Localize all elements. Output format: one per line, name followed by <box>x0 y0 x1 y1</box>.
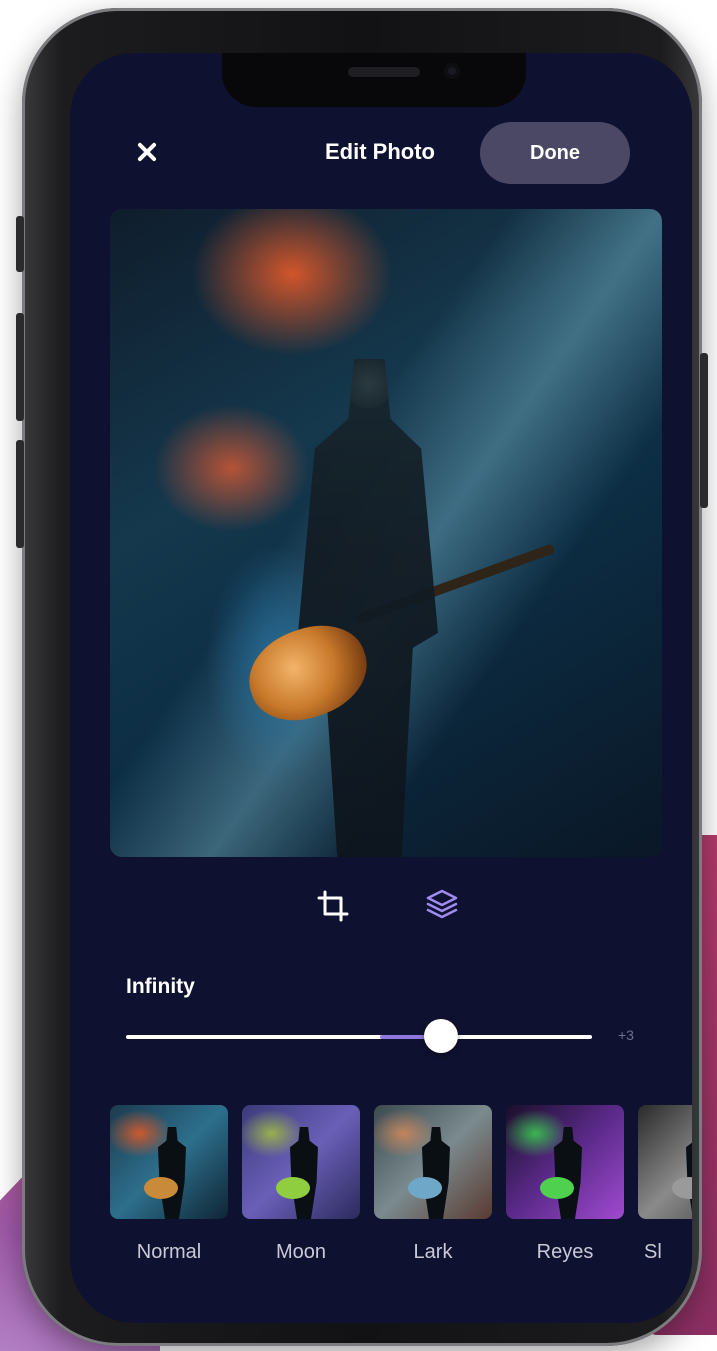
filter-preview-guitar <box>540 1177 574 1199</box>
speaker <box>348 67 420 77</box>
close-icon[interactable] <box>130 135 164 169</box>
filter-thumbnail-row[interactable]: Normal Moon Lark Reyes Sl <box>110 1105 692 1265</box>
filter-preview-image <box>110 1105 228 1219</box>
filter-label: Moon <box>275 1241 327 1263</box>
filter-preview-image <box>506 1105 624 1219</box>
filter-name-label: Infinity <box>126 975 195 998</box>
filter-thumbnail-normal[interactable]: Normal <box>110 1105 228 1264</box>
filter-thumbnail-moon[interactable]: Moon <box>242 1105 360 1264</box>
filter-preview-image <box>374 1105 492 1219</box>
filter-preview-guitar <box>672 1177 692 1199</box>
intensity-value: +3 <box>618 1027 634 1043</box>
volume-down-button <box>16 440 24 548</box>
photo-preview[interactable] <box>110 209 662 857</box>
filter-thumbnail-sl[interactable]: Sl <box>638 1105 692 1264</box>
crop-icon[interactable] <box>316 889 350 923</box>
filter-thumbnail-lark[interactable]: Lark <box>374 1105 492 1264</box>
layers-icon[interactable] <box>424 887 458 921</box>
filter-label: Normal <box>136 1241 202 1263</box>
filter-preview-figure <box>158 1127 186 1219</box>
page-title: Edit Photo <box>325 139 435 164</box>
filter-preview-figure <box>290 1127 318 1219</box>
filter-preview-image <box>242 1105 360 1219</box>
volume-up-button <box>16 313 24 421</box>
filter-preview-guitar <box>408 1177 442 1199</box>
photo-performer <box>298 359 438 857</box>
intensity-slider-track[interactable] <box>126 1035 592 1039</box>
filter-preview-figure <box>686 1127 692 1219</box>
notch <box>222 53 526 107</box>
front-camera <box>444 63 460 79</box>
phone-frame: Edit Photo Done Infinity +3 Normal Moon … <box>16 8 708 1346</box>
filter-preview-figure <box>554 1127 582 1219</box>
intensity-slider-thumb[interactable] <box>424 1019 458 1053</box>
filter-label: Lark <box>413 1241 453 1263</box>
filter-preview-guitar <box>276 1177 310 1199</box>
filter-preview-image <box>638 1105 692 1219</box>
power-button <box>700 353 708 508</box>
filter-thumbnail-reyes[interactable]: Reyes <box>506 1105 624 1264</box>
mute-switch <box>16 216 24 272</box>
filter-preview-figure <box>422 1127 450 1219</box>
done-button[interactable]: Done <box>480 122 630 184</box>
app-screen: Edit Photo Done Infinity +3 Normal Moon … <box>70 53 692 1323</box>
filter-preview-guitar <box>144 1177 178 1199</box>
filter-label: Reyes <box>536 1241 594 1263</box>
filter-label: Sl <box>644 1241 662 1263</box>
